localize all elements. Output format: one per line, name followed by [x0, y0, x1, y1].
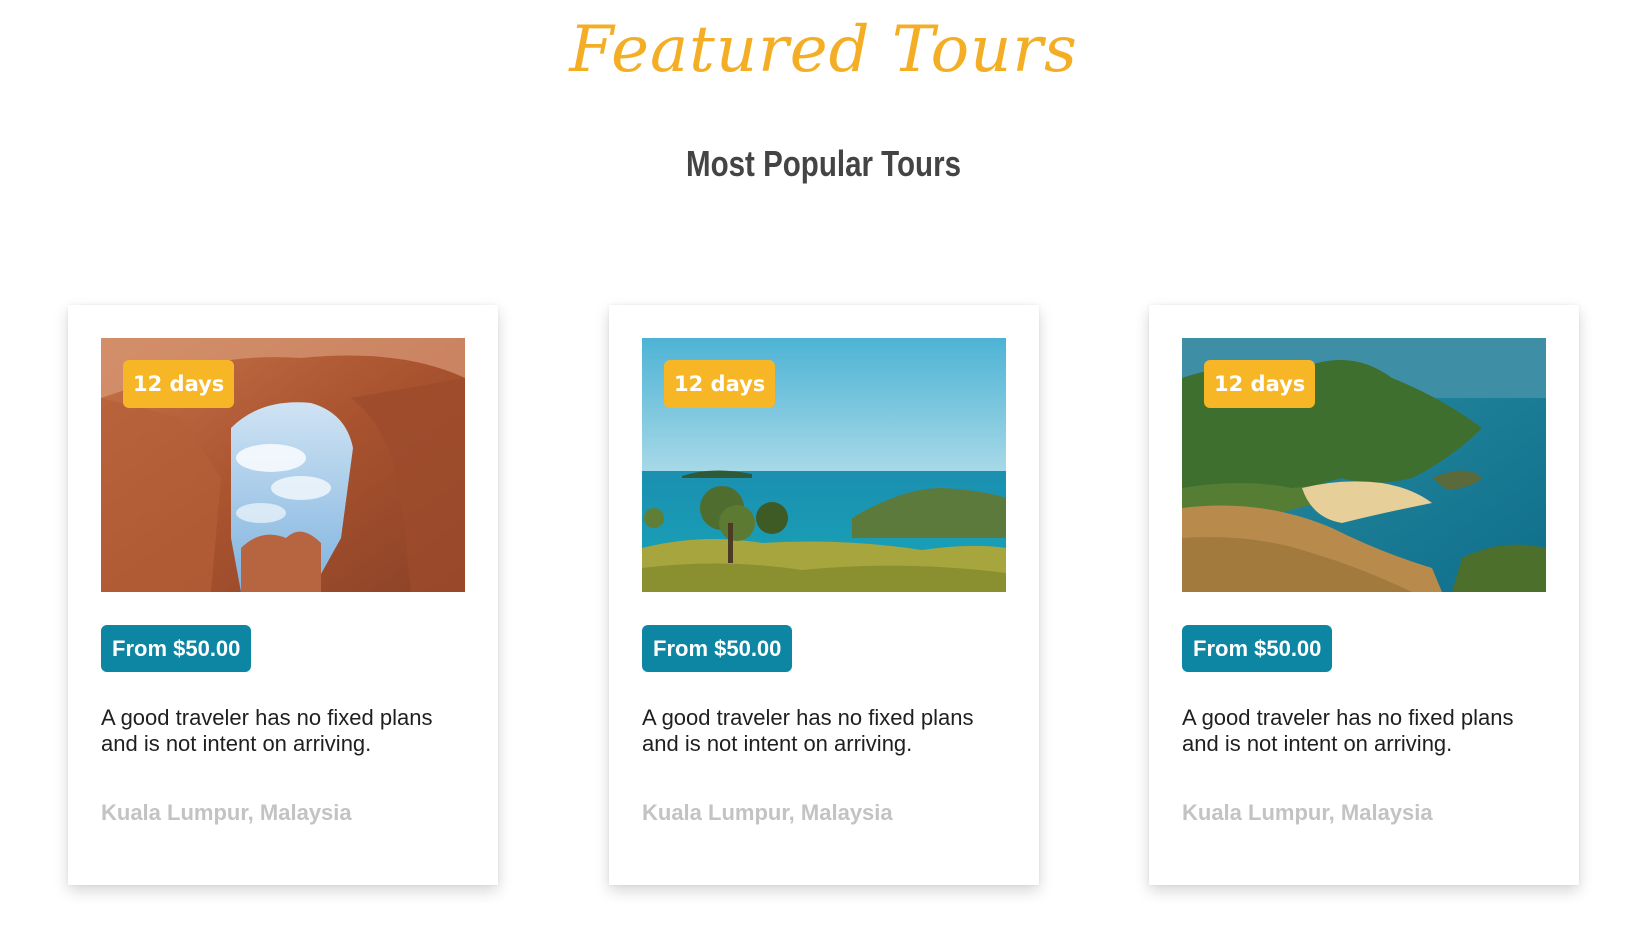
tour-card[interactable]: 12 days From $50.00 A good traveler has …	[68, 305, 498, 885]
duration-badge: 12 days	[123, 360, 235, 408]
price-badge[interactable]: From $50.00	[642, 625, 793, 672]
tour-description: A good traveler has no fixed plans and i…	[101, 705, 433, 756]
tour-description: A good traveler has no fixed plans and i…	[1182, 705, 1514, 756]
tour-photo-desert-arch[interactable]: 12 days	[101, 338, 465, 592]
duration-badge: 12 days	[664, 360, 776, 408]
tour-photo-island-beach[interactable]: 12 days	[1182, 338, 1546, 592]
price-badge[interactable]: From $50.00	[101, 625, 252, 672]
tour-card[interactable]: 12 days From $50.00 A good traveler has …	[609, 305, 1039, 885]
section-subtitle: Most Popular Tours	[686, 143, 961, 184]
tour-location: Kuala Lumpur, Malaysia	[1182, 800, 1433, 825]
tour-photo-tropical-coast[interactable]: 12 days	[642, 338, 1006, 592]
featured-tours-section: Featured Tours Most Popular Tours 12 day…	[0, 0, 1647, 926]
section-script-title: Featured Tours	[569, 13, 1078, 87]
tour-card[interactable]: 12 days From $50.00 A good traveler has …	[1149, 305, 1579, 885]
tour-location: Kuala Lumpur, Malaysia	[642, 800, 893, 825]
duration-badge: 12 days	[1204, 360, 1316, 408]
tour-location: Kuala Lumpur, Malaysia	[101, 800, 352, 825]
tour-description: A good traveler has no fixed plans and i…	[642, 705, 974, 756]
price-badge[interactable]: From $50.00	[1182, 625, 1333, 672]
